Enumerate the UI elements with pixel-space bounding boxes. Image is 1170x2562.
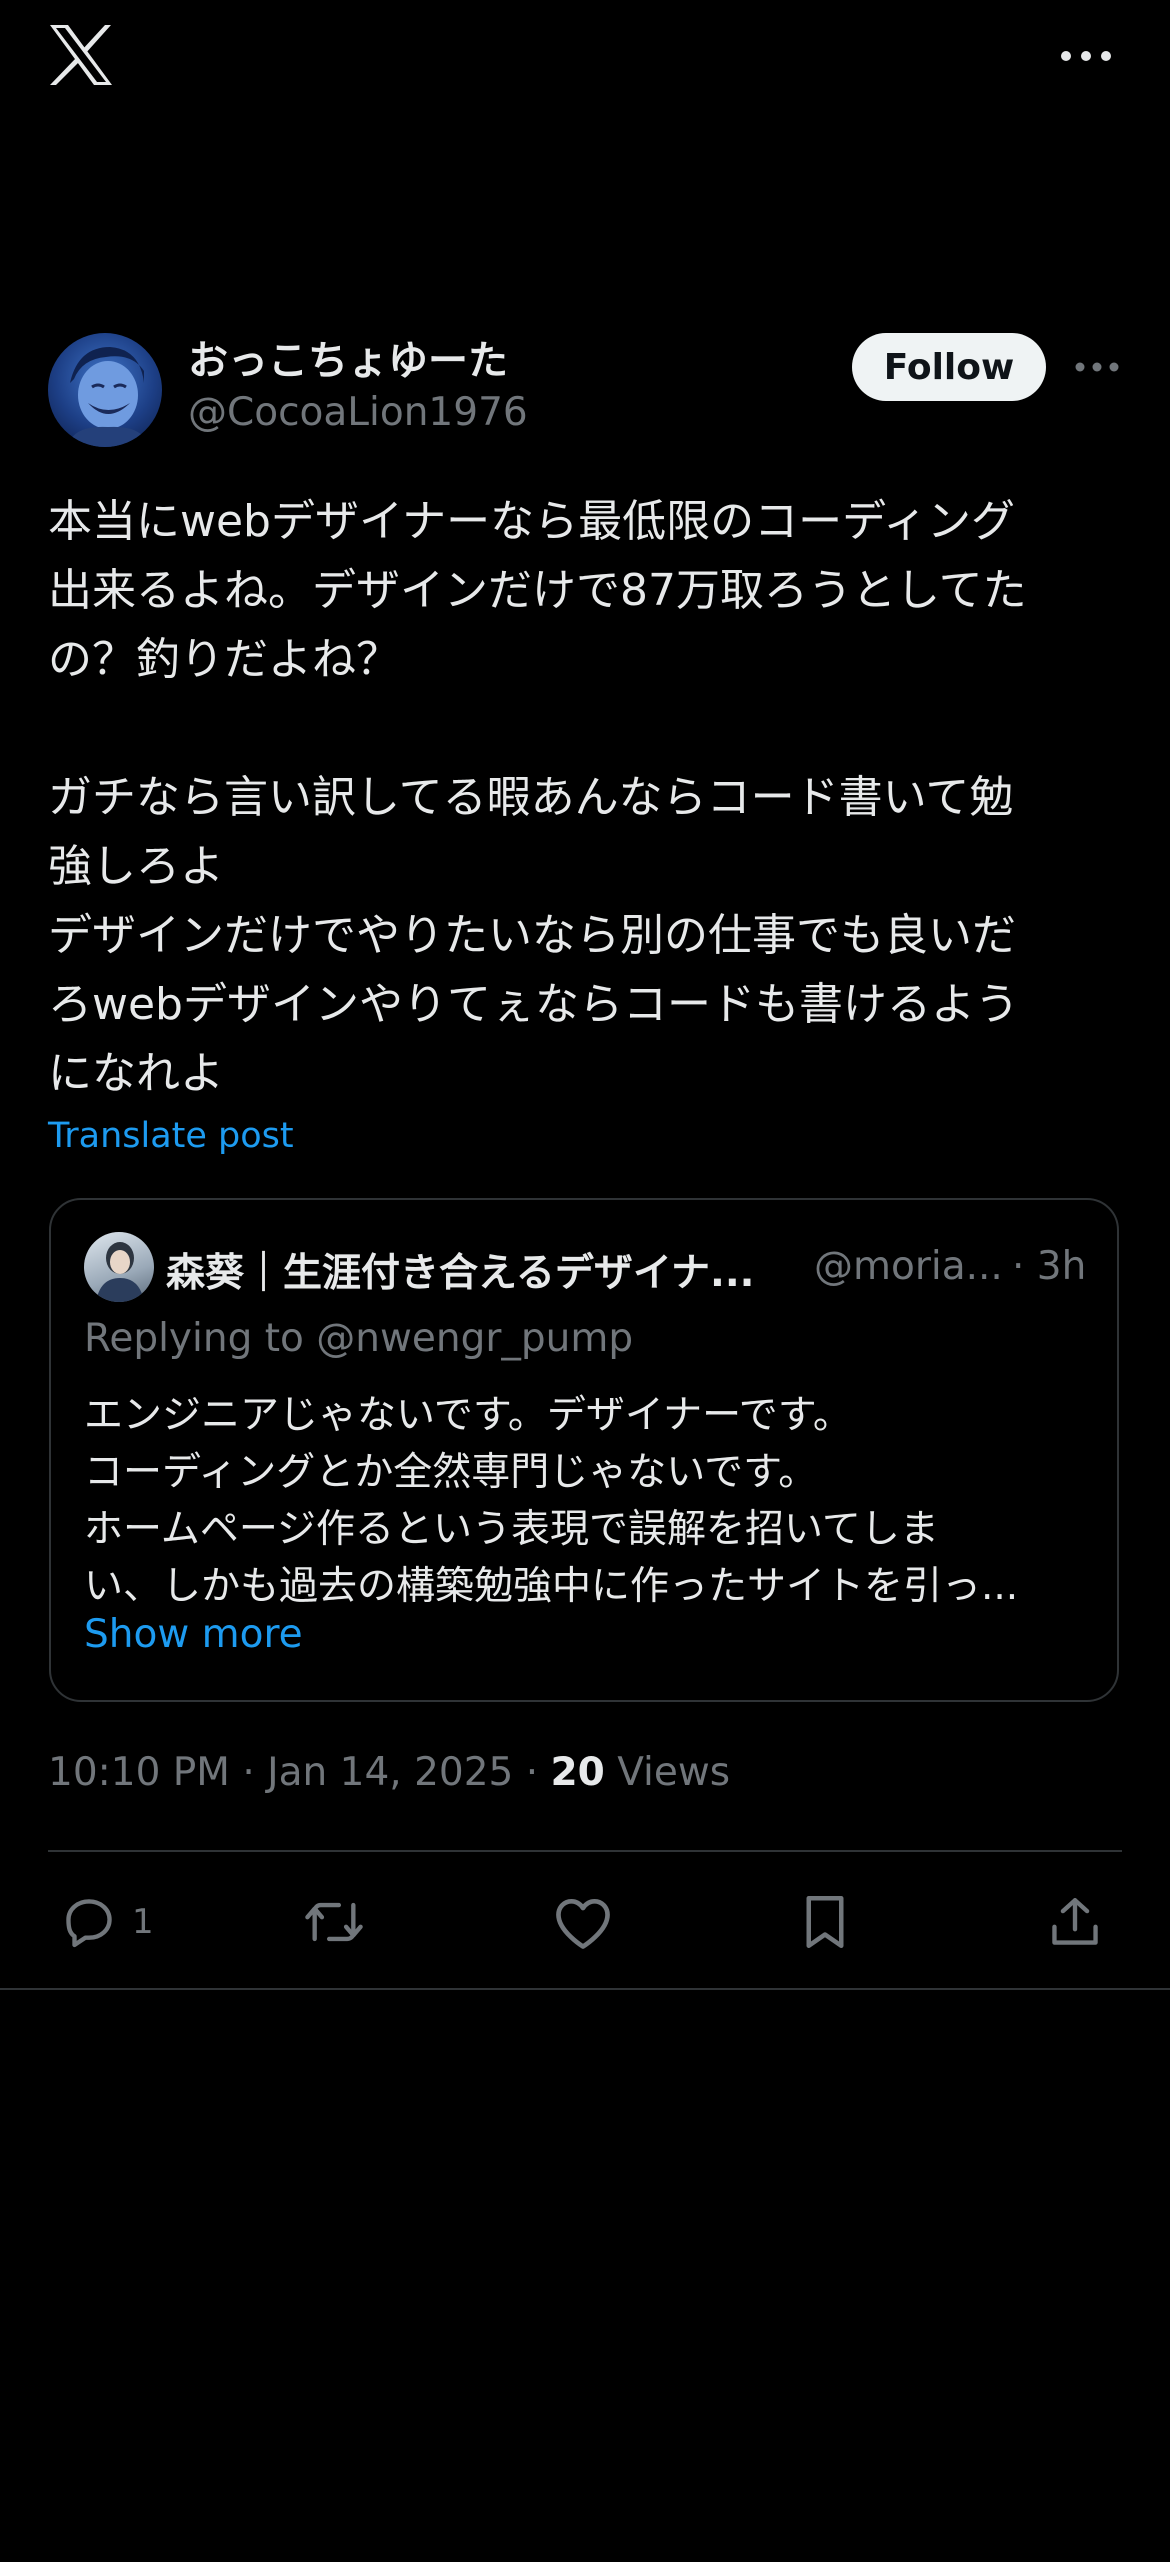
quoted-text-line: い、しかも過去の構築勉強中に作ったサイトを引っ...	[84, 1564, 1019, 1609]
like-button[interactable]	[552, 1888, 614, 1956]
reply-icon	[60, 1893, 118, 1951]
quoted-text-line: ホームページ作るという表現で誤解を招いてしま	[84, 1507, 939, 1552]
repost-icon	[302, 1893, 366, 1951]
quoted-replying-to: Replying to @nwengr_pump	[84, 1316, 634, 1361]
quoted-text-line: コーディングとか全然専門じゃないです。	[84, 1450, 818, 1495]
bookmark-button[interactable]	[800, 1888, 850, 1956]
repost-button[interactable]	[302, 1888, 366, 1956]
quoted-avatar	[84, 1232, 154, 1302]
quoted-display-name: 森葵｜生涯付き合えるデザイナ...	[166, 1251, 755, 1296]
divider	[0, 1988, 1170, 1990]
reply-button[interactable]: 1	[60, 1888, 154, 1956]
x-logo-icon[interactable]	[48, 24, 114, 86]
post-more-icon[interactable]	[1074, 352, 1120, 382]
quoted-text-line: エンジニアじゃないです。デザイナーです。	[84, 1393, 852, 1438]
show-more-link[interactable]: Show more	[84, 1612, 303, 1657]
like-icon	[552, 1893, 614, 1951]
author-display-name[interactable]: おっこちょゆーた	[188, 328, 508, 386]
follow-button[interactable]: Follow	[852, 333, 1046, 401]
more-horizontal-icon[interactable]	[1058, 36, 1114, 76]
quoted-time: · 3h	[1012, 1244, 1087, 1289]
divider	[48, 1850, 1122, 1852]
views-label: Views	[604, 1750, 731, 1795]
share-icon	[1046, 1893, 1104, 1951]
bookmark-icon	[800, 1892, 850, 1952]
post-timestamp-views[interactable]: 10:10 PM · Jan 14, 2025 · 20 Views	[48, 1750, 730, 1795]
share-button[interactable]	[1046, 1888, 1104, 1956]
post-text: 本当にwebデザイナーなら最低限のコーディング 出来るよね。デザインだけで87万…	[48, 496, 1027, 1099]
reply-count: 1	[132, 1902, 154, 1942]
post-time: 10:10 PM · Jan 14, 2025 ·	[48, 1750, 551, 1795]
author-handle[interactable]: @CocoaLion1976	[188, 390, 528, 435]
avatar[interactable]	[48, 333, 162, 447]
translate-post-link[interactable]: Translate post	[48, 1116, 294, 1156]
views-count: 20	[550, 1750, 605, 1795]
quoted-handle: @moria...	[814, 1244, 1003, 1289]
